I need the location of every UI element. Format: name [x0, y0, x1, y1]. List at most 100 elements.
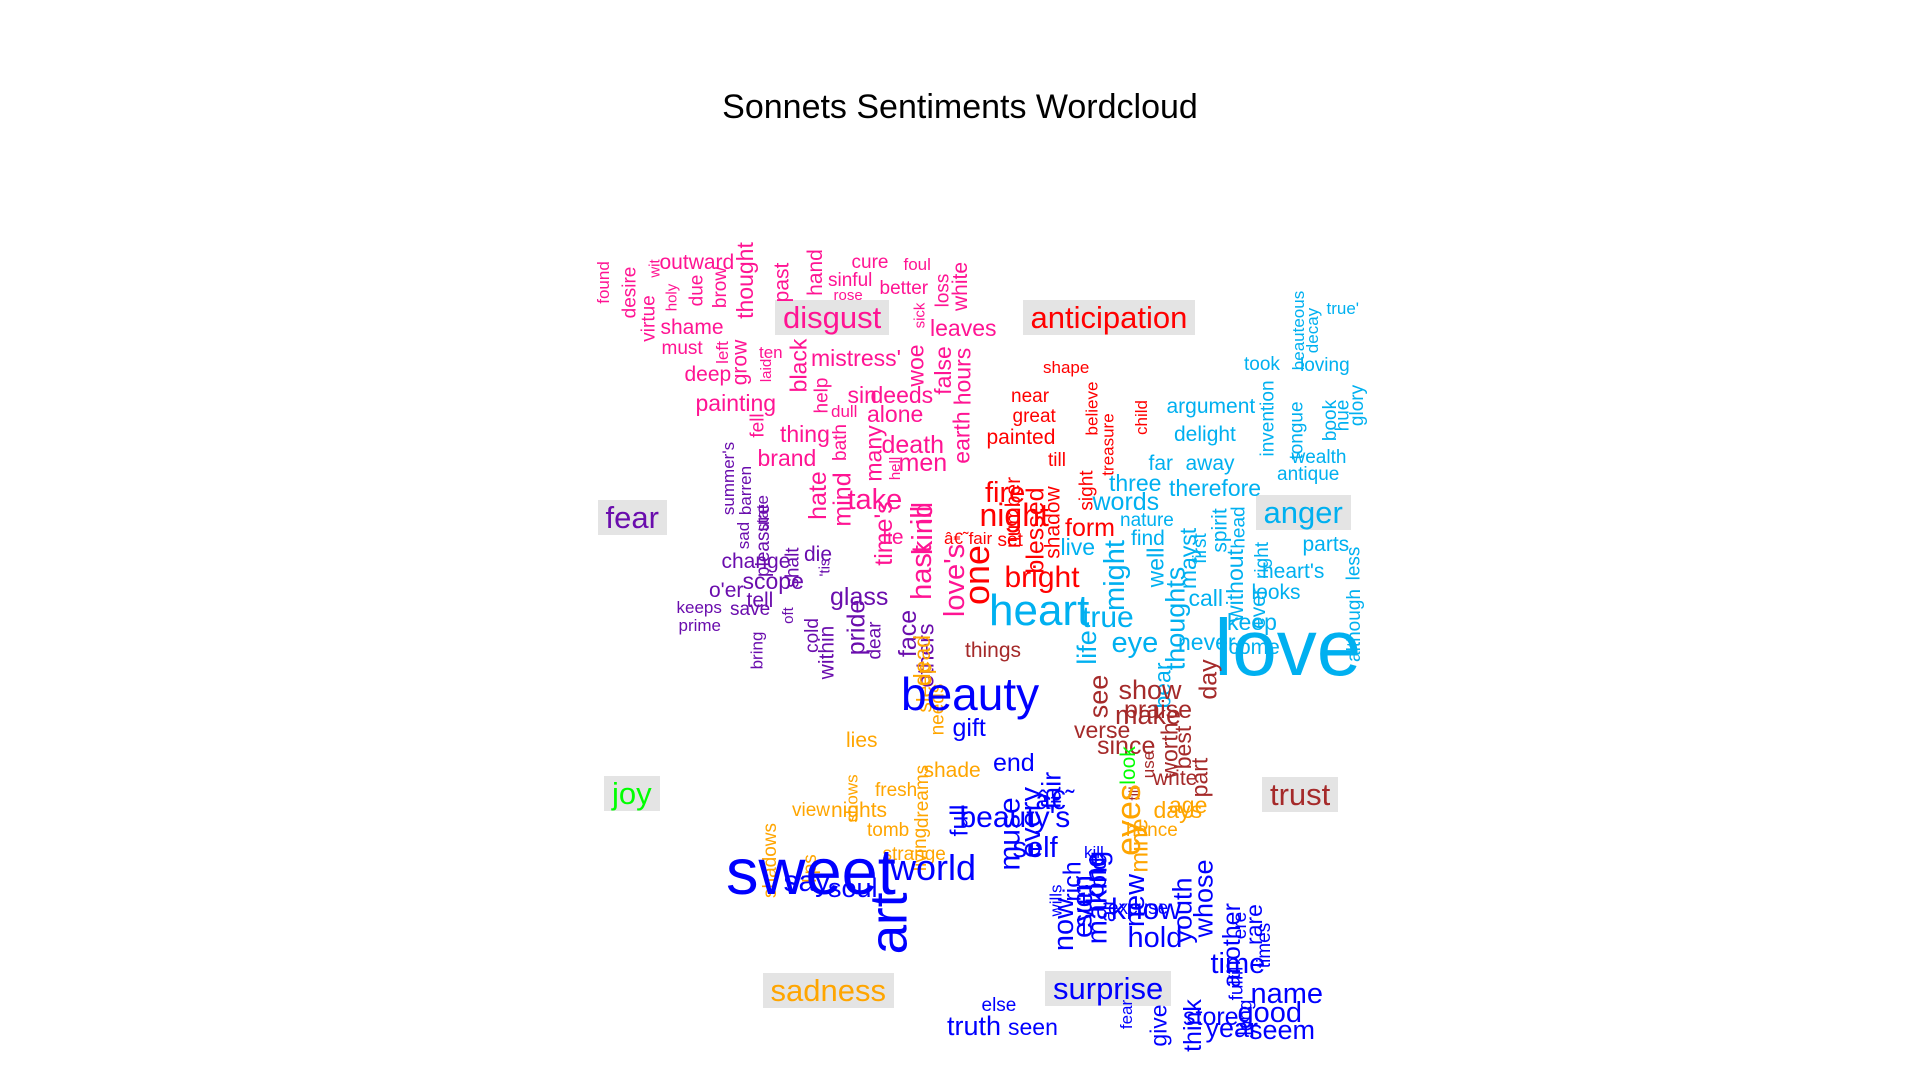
- word-39: bath: [829, 423, 851, 461]
- word-51: lie: [882, 525, 904, 549]
- word-175: nights: [831, 798, 888, 822]
- word-119: find: [1131, 526, 1165, 550]
- word-0: found: [593, 260, 613, 304]
- word-169: lies: [846, 728, 878, 752]
- word-96: bring: [747, 631, 767, 669]
- word-186: beauty: [901, 668, 1040, 720]
- word-9: past: [770, 262, 794, 302]
- word-171: fresh: [875, 779, 918, 801]
- word-124: live: [1060, 533, 1096, 560]
- word-11: cure: [851, 251, 889, 273]
- word-62: treasure: [1098, 412, 1118, 476]
- word-84: 'tis: [816, 558, 834, 576]
- word-219: truth: [947, 1010, 1002, 1041]
- category-label-disgust: disgust: [775, 299, 890, 335]
- word-63: till: [1048, 449, 1066, 471]
- word-4: holy: [663, 283, 681, 311]
- word-172: dreams: [911, 764, 933, 828]
- word-72: set: [997, 529, 1023, 551]
- word-211: whose: [1188, 858, 1219, 938]
- word-29: woe: [902, 343, 929, 387]
- word-18: white: [948, 261, 972, 311]
- word-221: fear: [1116, 999, 1136, 1029]
- word-92: within: [815, 625, 839, 679]
- word-23: grow: [728, 339, 752, 385]
- word-146: things: [965, 638, 1022, 662]
- word-45: earth: [948, 410, 975, 464]
- word-24: leaves: [930, 314, 997, 341]
- word-149: see: [1083, 674, 1114, 718]
- word-103: loving: [1300, 354, 1350, 376]
- category-label-trust: trust: [1262, 776, 1339, 812]
- word-195: self: [1012, 831, 1058, 864]
- word-10: hand: [803, 248, 827, 296]
- word-36: dull: [831, 401, 858, 421]
- word-25: deep: [684, 362, 732, 386]
- word-105: invention: [1257, 379, 1279, 457]
- word-26: laid: [757, 358, 775, 382]
- word-101: decay: [1302, 307, 1322, 353]
- word-104: argument: [1166, 394, 1256, 418]
- word-43: men: [898, 448, 948, 477]
- word-114: away: [1185, 451, 1235, 475]
- word-112: wealth: [1291, 446, 1347, 468]
- word-76: barren: [735, 465, 755, 515]
- word-90: oft: [779, 606, 797, 624]
- word-57: near: [1011, 385, 1050, 407]
- word-215: rare: [1240, 903, 1267, 945]
- word-151: praise: [1124, 695, 1193, 724]
- word-60: child: [1131, 399, 1151, 435]
- word-145: love: [1214, 603, 1362, 692]
- word-12: foul: [903, 254, 931, 274]
- word-44: hell: [886, 456, 904, 480]
- word-121: spirit: [1208, 507, 1232, 553]
- word-156: worth: [1156, 721, 1183, 779]
- word-181: world: [890, 847, 977, 888]
- word-109: glory: [1346, 384, 1368, 426]
- word-2: virtue: [638, 294, 660, 342]
- category-label-joy: joy: [604, 775, 660, 811]
- word-174: view: [792, 799, 831, 821]
- word-94: dear: [864, 620, 886, 660]
- word-47: hate: [803, 470, 832, 520]
- word-185: art: [859, 892, 919, 954]
- word-56: shape: [1043, 357, 1090, 377]
- word-89: save: [730, 598, 771, 620]
- word-228: name: [1250, 977, 1324, 1010]
- word-187: gift: [952, 713, 986, 742]
- word-154: verse: [1074, 716, 1131, 743]
- word-38: thing: [780, 420, 830, 447]
- word-35: fell: [747, 412, 769, 438]
- word-165: mine: [1125, 817, 1154, 873]
- category-label-surprise: surprise: [1045, 970, 1172, 1006]
- word-58: great: [1012, 405, 1056, 427]
- word-14: rose: [833, 286, 863, 304]
- word-125: might: [1098, 539, 1131, 611]
- word-123: parts: [1302, 532, 1350, 556]
- category-label-fear: fear: [597, 499, 667, 535]
- word-164: days: [1153, 796, 1203, 823]
- word-41: brand: [757, 444, 817, 471]
- word-77: sad: [733, 521, 753, 549]
- word-75: summer's: [718, 441, 738, 515]
- word-54: hast: [905, 544, 938, 600]
- word-6: due: [686, 274, 708, 306]
- word-7: brow: [709, 266, 731, 308]
- word-116: therefore: [1169, 474, 1262, 501]
- word-42: many: [860, 424, 887, 482]
- word-147: day: [1194, 658, 1223, 700]
- word-220: seen: [1008, 1013, 1058, 1040]
- word-160: look: [1116, 745, 1140, 785]
- word-157: part: [1186, 757, 1213, 797]
- word-222: give: [1145, 1003, 1172, 1047]
- word-139: eye: [1111, 626, 1159, 659]
- word-27: black: [785, 338, 812, 392]
- word-32: help: [811, 377, 833, 413]
- word-158: use: [1138, 750, 1158, 778]
- word-229: seem: [1249, 1014, 1316, 1045]
- word-37: alone: [867, 400, 924, 427]
- word-205: sun: [1067, 883, 1098, 927]
- category-label-anticipation: anticipation: [1022, 299, 1196, 335]
- word-cloud: disgust anticipation fear anger joy trust sadn…: [0, 0, 1920, 1080]
- word-71: â€˜fair: [944, 528, 993, 548]
